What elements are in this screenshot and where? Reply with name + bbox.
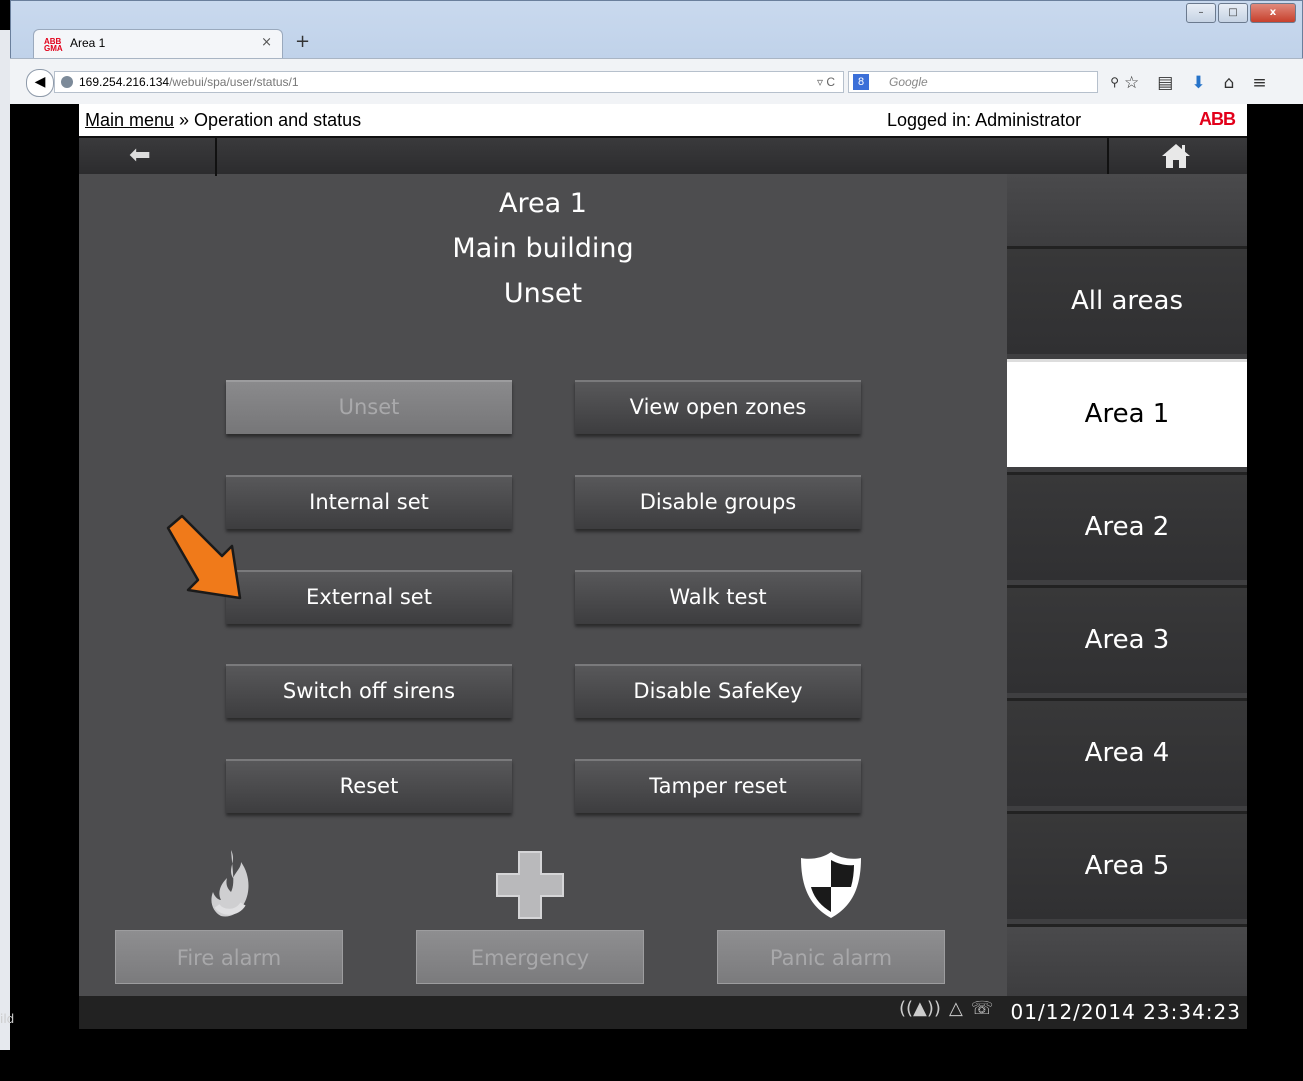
fire-icon xyxy=(211,850,249,917)
new-tab-button[interactable]: + xyxy=(295,31,310,52)
tab-title: Area 1 xyxy=(70,36,106,50)
shield-icon xyxy=(801,852,861,918)
navigation-bar: ◀ 169.254.216.134/webui/spa/user/status/… xyxy=(10,58,1303,104)
walk-test-button[interactable]: Walk test xyxy=(575,570,861,624)
search-input[interactable]: 8 Google ⚲ xyxy=(848,71,1119,93)
disable-safekey-button[interactable]: Disable SafeKey xyxy=(575,664,861,718)
logged-in-label: Logged in: Administrator xyxy=(887,110,1082,130)
panic-alarm-button[interactable]: Panic alarm xyxy=(717,930,945,984)
sidebar-item-area-3[interactable]: Area 3 xyxy=(1007,585,1247,693)
abb-logo: ABB xyxy=(1199,109,1236,129)
divider xyxy=(1107,138,1109,176)
stray-page-text: ild xyxy=(0,1012,15,1026)
divider xyxy=(215,138,217,176)
annotation-arrow-icon xyxy=(166,514,242,600)
url-bar[interactable]: 169.254.216.134/webui/spa/user/status/1 … xyxy=(54,71,844,93)
view-open-zones-button[interactable]: View open zones xyxy=(575,380,861,434)
external-set-button[interactable]: External set xyxy=(226,570,512,624)
emergency-button[interactable]: Emergency xyxy=(416,930,644,984)
reset-button[interactable]: Reset xyxy=(226,759,512,813)
close-tab-icon[interactable]: × xyxy=(261,35,272,50)
area-name: Area 1 xyxy=(499,188,587,219)
menu-icon[interactable]: ≡ xyxy=(1252,73,1266,93)
abb-favicon-icon: ABB GMA xyxy=(44,37,63,53)
internal-set-button[interactable]: Internal set xyxy=(226,475,512,529)
app-panel: Main menu » Operation and status Logged … xyxy=(79,104,1247,1029)
status-datetime: 01/12/2014 23:34:23 xyxy=(1010,1000,1241,1024)
area-state: Unset xyxy=(503,278,583,309)
search-icon[interactable]: ⚲ xyxy=(1110,72,1119,92)
browser-toolbar: ☆ ▤ ⬇ ⌂ ≡ xyxy=(1124,73,1267,93)
window-controls: – □ x xyxy=(1186,3,1296,23)
breadcrumb-current: » Operation and status xyxy=(174,110,362,130)
siren-icon: ((▲)) xyxy=(899,998,941,1019)
warning-icon: △ xyxy=(948,998,963,1019)
tamper-reset-button[interactable]: Tamper reset xyxy=(575,759,861,813)
minimize-button[interactable]: – xyxy=(1186,3,1216,23)
browser-tab[interactable]: ABB GMA Area 1 × xyxy=(33,29,283,59)
close-window-button[interactable]: x xyxy=(1250,3,1296,23)
area-sidebar: All areas Area 1 Area 2 Area 3 Area 4 Ar… xyxy=(1007,174,1247,996)
sidebar-spacer xyxy=(1007,924,1247,996)
disable-groups-button[interactable]: Disable groups xyxy=(575,475,861,529)
switch-off-sirens-button[interactable]: Switch off sirens xyxy=(226,664,512,718)
sidebar-item-area-4[interactable]: Area 4 xyxy=(1007,698,1247,806)
app-toolbar: ⬅ xyxy=(79,136,1247,176)
back-button[interactable]: ◀ xyxy=(26,69,54,97)
emergency-cross-icon xyxy=(496,851,564,919)
sidebar-item-area-1[interactable]: Area 1 xyxy=(1007,359,1247,467)
url-host: 169.254.216.134 xyxy=(79,75,170,89)
bookmark-star-icon[interactable]: ☆ xyxy=(1124,73,1139,93)
sidebar-item-all-areas[interactable]: All areas xyxy=(1007,246,1247,354)
unset-button[interactable]: Unset xyxy=(226,380,512,434)
breadcrumb: Main menu » Operation and status xyxy=(85,110,361,131)
status-bar: ((▲)) △ ☏ 01/12/2014 23:34:23 xyxy=(79,996,1247,1029)
search-placeholder: Google xyxy=(889,75,928,89)
area-description: Main building xyxy=(452,233,634,264)
maximize-button[interactable]: □ xyxy=(1218,3,1248,23)
app-header: Main menu » Operation and status Logged … xyxy=(79,104,1247,136)
back-arrow-icon[interactable]: ⬅ xyxy=(129,140,151,170)
sidebar-item-area-2[interactable]: Area 2 xyxy=(1007,472,1247,580)
reload-icon[interactable]: ▿ C xyxy=(817,72,835,92)
google-icon[interactable]: 8 xyxy=(853,74,869,90)
main-menu-link[interactable]: Main menu xyxy=(85,110,174,130)
status-icons: ((▲)) △ ☏ xyxy=(899,998,993,1019)
home-icon[interactable] xyxy=(1161,142,1191,170)
phone-icon: ☏ xyxy=(970,998,994,1019)
sidebar-item-area-5[interactable]: Area 5 xyxy=(1007,811,1247,919)
url-path: /webui/spa/user/status/1 xyxy=(169,75,299,89)
globe-icon xyxy=(61,76,73,88)
browser-left-edge xyxy=(0,30,10,1050)
sidebar-spacer xyxy=(1007,174,1247,246)
home-icon[interactable]: ⌂ xyxy=(1224,73,1235,93)
fire-alarm-button[interactable]: Fire alarm xyxy=(115,930,343,984)
reading-list-icon[interactable]: ▤ xyxy=(1157,73,1173,93)
download-icon[interactable]: ⬇ xyxy=(1191,73,1205,93)
